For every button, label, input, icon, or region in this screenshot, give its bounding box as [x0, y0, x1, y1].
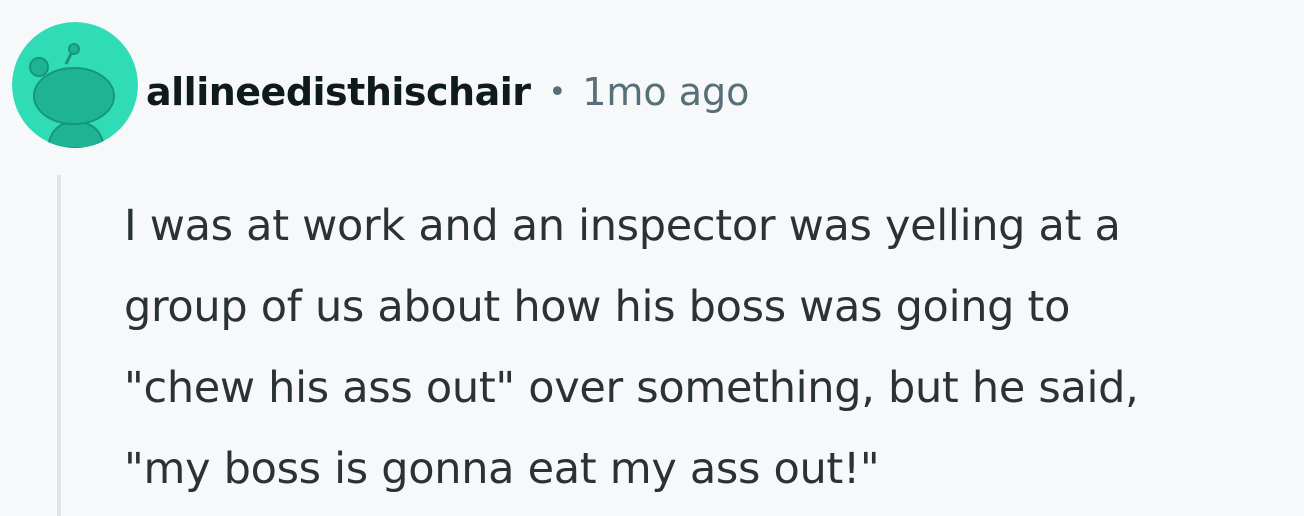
comment-body-line: I was at work and an inspector was yelli… — [124, 201, 1121, 251]
snoo-avatar-icon — [12, 22, 138, 148]
meta-separator: • — [548, 74, 567, 110]
comment-body-line: group of us about how his boss was going… — [124, 282, 1071, 332]
comment-body-line: "my boss is gonna eat my ass out!" — [124, 444, 880, 494]
comment-meta: allineedisthischair • 1mo ago — [146, 64, 749, 120]
comment-body: I was at work and an inspector was yelli… — [124, 186, 1294, 510]
username-link[interactable]: allineedisthischair — [146, 70, 531, 114]
comment: allineedisthischair • 1mo ago I was at w… — [0, 0, 1304, 516]
comment-timestamp[interactable]: 1mo ago — [582, 70, 749, 114]
user-avatar[interactable] — [12, 22, 138, 148]
comment-body-line: "chew his ass out" over something, but h… — [124, 363, 1139, 413]
thread-line[interactable] — [57, 175, 61, 516]
